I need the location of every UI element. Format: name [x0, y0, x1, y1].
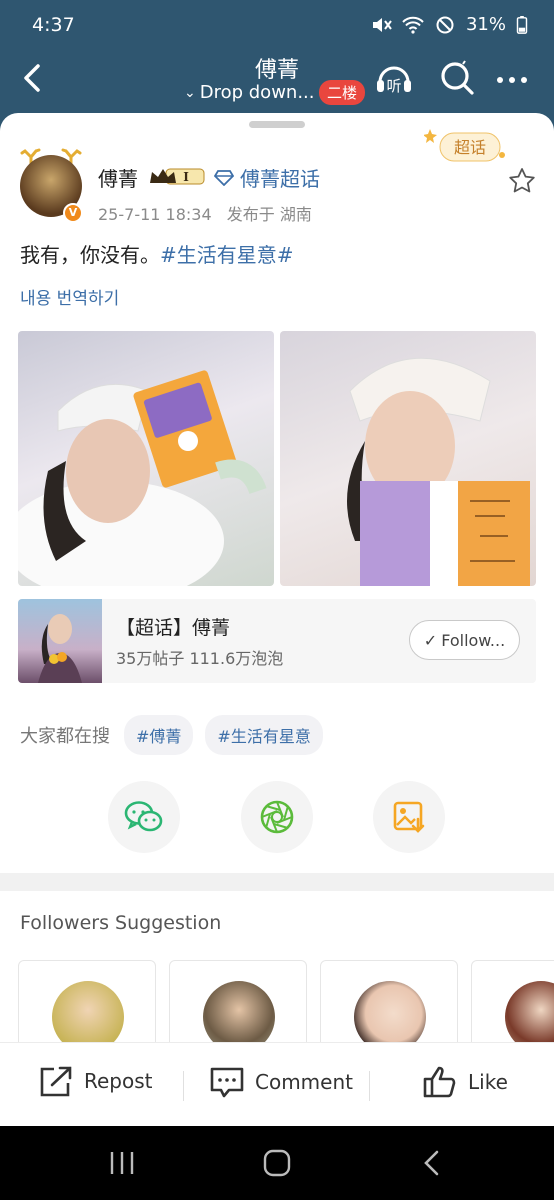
chaohua-link[interactable]: 傅菁超话 — [214, 163, 320, 192]
moments-icon — [260, 800, 294, 834]
status-icons: 31% — [370, 14, 528, 35]
post-timestamp: 25-7-11 18:34 — [98, 205, 212, 224]
battery-icon — [516, 15, 528, 34]
favorite-star-icon[interactable] — [508, 167, 536, 195]
share-wechat-button[interactable] — [108, 781, 180, 853]
dnd-icon — [436, 16, 454, 33]
author-name[interactable]: 傅菁 — [98, 163, 138, 192]
top-header: 傅菁 ⌄ Drop down... 二楼 听 — [0, 52, 554, 114]
search-icon[interactable] — [437, 58, 477, 98]
system-nav-bar — [0, 1126, 554, 1200]
action-separator — [183, 1071, 184, 1101]
mute-icon — [372, 17, 392, 32]
repost-button[interactable]: Repost — [38, 1065, 153, 1097]
chaohua-sticker[interactable]: 超话 — [424, 125, 508, 167]
post-photo-2[interactable] — [280, 331, 536, 586]
post-body: 我有，你没有。 — [20, 243, 160, 267]
post-photo-1[interactable] — [18, 331, 274, 586]
recent-apps-icon[interactable] — [108, 1150, 136, 1176]
wifi-icon — [402, 16, 424, 34]
comment-label: Comment — [255, 1070, 353, 1094]
followers-suggestion-title: Followers Suggestion — [20, 912, 222, 934]
chaohua-title: 【超话】傅菁 — [116, 617, 231, 639]
vip-crown-badge-icon: I — [150, 168, 205, 185]
drag-handle[interactable] — [249, 121, 305, 128]
follow-button[interactable]: ✓ Follow... — [409, 620, 520, 660]
post-sheet: V 傅菁 I 傅菁超话 25-7-11 18:34 发布于 湖南 超话 我有，你… — [0, 113, 554, 1200]
action-separator — [369, 1071, 370, 1101]
repost-icon — [40, 1066, 72, 1097]
clock: 4:37 — [32, 14, 75, 36]
chaohua-card[interactable]: 【超话】傅菁 35万帖子 111.6万泡泡 ✓ Follow... — [18, 599, 536, 683]
wechat-icon — [124, 801, 163, 832]
level-badge-text: I — [183, 170, 189, 184]
home-icon[interactable] — [262, 1148, 292, 1178]
translate-link[interactable]: 내용 번역하기 — [20, 284, 119, 309]
thumbs-up-icon — [423, 1066, 456, 1098]
section-divider — [0, 873, 554, 891]
chaohua-link-label: 傅菁超话 — [240, 167, 320, 191]
status-bar: 4:37 31% — [0, 0, 554, 52]
verified-badge: V — [63, 203, 83, 223]
post-location: 发布于 湖南 — [226, 205, 312, 224]
like-label: Like — [468, 1070, 508, 1094]
save-image-button[interactable] — [373, 781, 445, 853]
post-text: 我有，你没有。#生活有星意# — [20, 239, 294, 268]
diamond-icon — [214, 169, 234, 186]
action-bar: Repost Comment Like — [0, 1042, 554, 1127]
save-image-icon — [393, 801, 425, 833]
comment-icon — [210, 1067, 244, 1098]
chevron-down-icon: ⌄ — [184, 84, 196, 101]
dropdown-toggle[interactable]: ⌄ Drop down... — [184, 82, 315, 103]
like-button[interactable]: Like — [422, 1065, 508, 1099]
more-icon[interactable] — [492, 58, 532, 98]
chaohua-thumbnail — [18, 599, 102, 683]
search-chip[interactable]: #生活有星意 — [205, 715, 323, 755]
repost-label: Repost — [84, 1069, 153, 1093]
system-back-icon[interactable] — [420, 1148, 444, 1178]
search-chip[interactable]: #傅菁 — [124, 715, 194, 755]
post-meta: 25-7-11 18:34 发布于 湖南 — [98, 201, 312, 225]
follow-label: Follow... — [441, 630, 506, 650]
share-moments-button[interactable] — [241, 781, 313, 853]
comment-button[interactable]: Comment — [209, 1065, 353, 1099]
listen-headphones-icon[interactable]: 听 — [374, 58, 414, 98]
hashtag-link[interactable]: #生活有星意# — [160, 243, 294, 267]
chaohua-sticker-text: 超话 — [454, 138, 486, 157]
dropdown-label: Drop down... — [199, 82, 315, 103]
trending-search-row: 大家都在搜 #傅菁 #生活有星意 — [20, 715, 323, 755]
battery-percent: 31% — [465, 14, 506, 35]
trending-search-label: 大家都在搜 — [20, 726, 110, 747]
floor-badge[interactable]: 二楼 — [319, 80, 366, 105]
listen-label: 听 — [386, 77, 401, 95]
chaohua-stats: 35万帖子 111.6万泡泡 — [116, 649, 284, 668]
checkmark-icon: ✓ — [423, 630, 438, 650]
